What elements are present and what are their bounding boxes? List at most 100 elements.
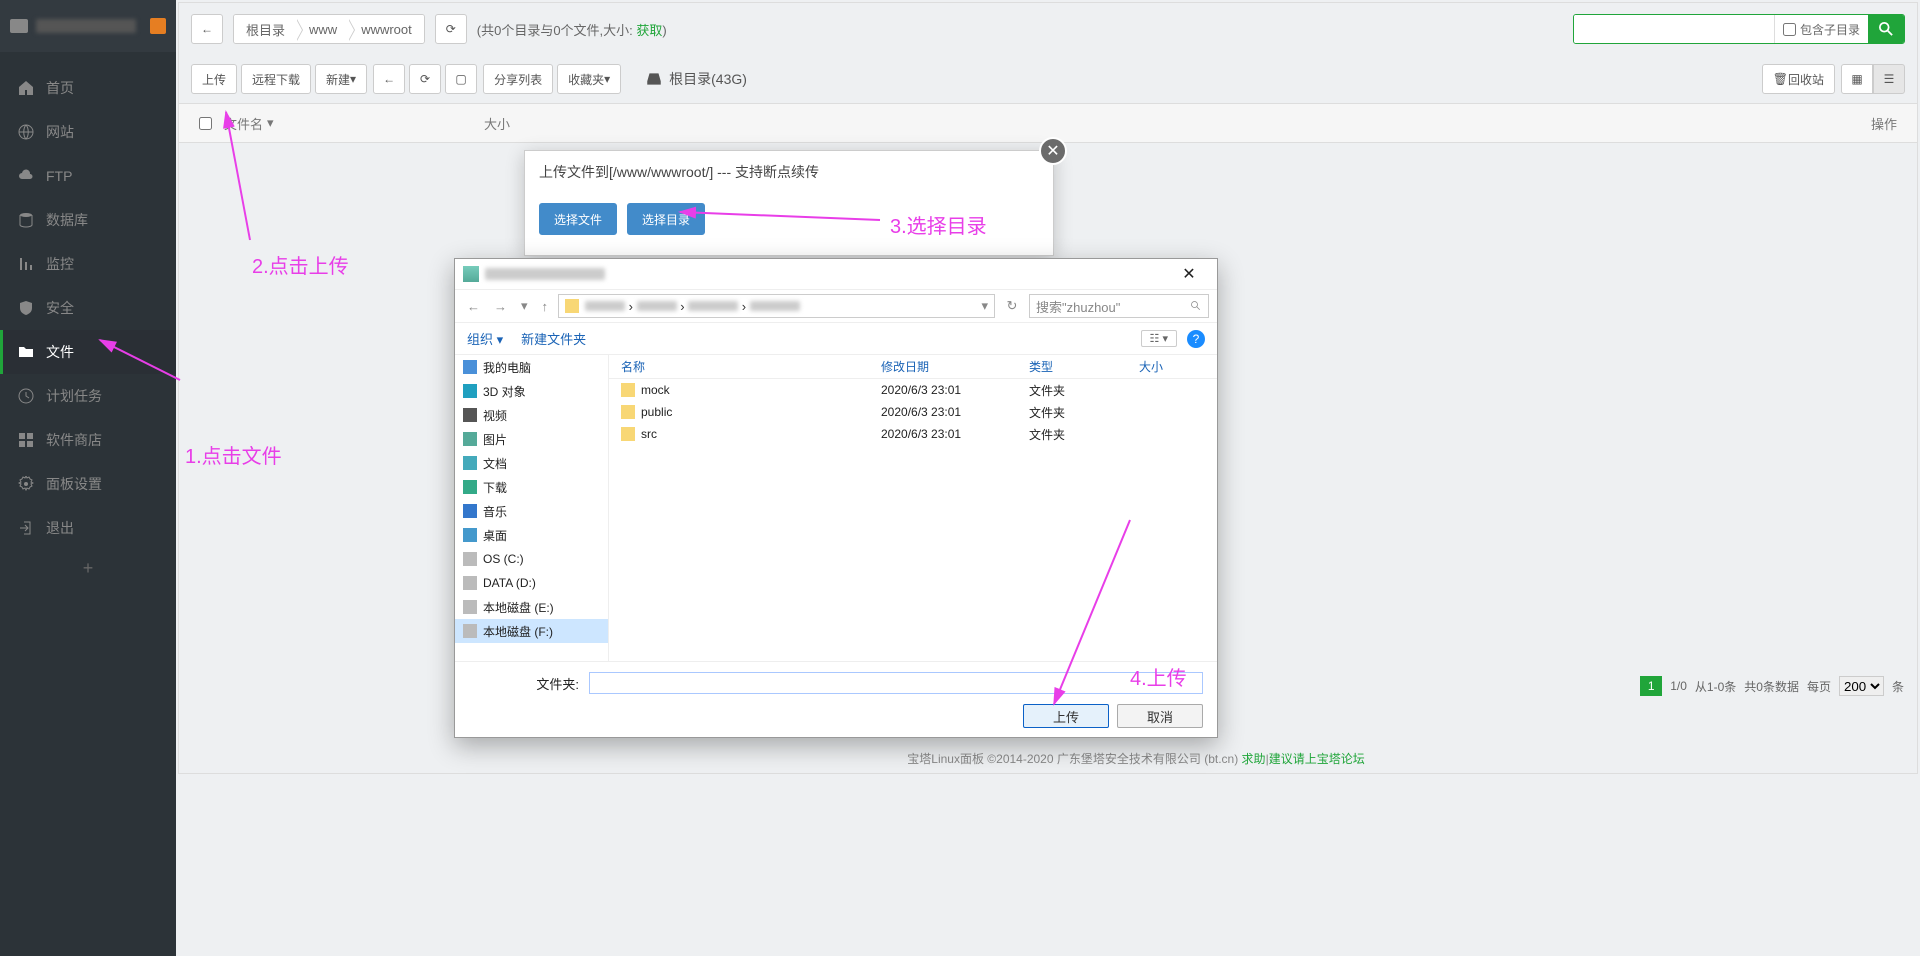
stat-suffix: ) (662, 23, 666, 38)
tree-music[interactable]: 音乐 (455, 499, 608, 523)
os-search-input[interactable]: 搜索"zhuzhou" (1029, 294, 1209, 318)
sidebar-item-monitor[interactable]: 监控 (0, 242, 176, 286)
stat-fetch-link[interactable]: 获取 (636, 23, 662, 38)
sidebar-item-database[interactable]: 数据库 (0, 198, 176, 242)
dialog-close-button[interactable]: ✕ (1039, 137, 1067, 165)
path-blurred (637, 301, 677, 311)
sidebar-item-files[interactable]: 文件 (0, 330, 176, 374)
col-size[interactable]: 大小 (484, 114, 544, 133)
os-row[interactable]: src2020/6/3 23:01文件夹 (609, 423, 1217, 445)
select-directory-button[interactable]: 选择目录 (627, 203, 705, 235)
breadcrumb-wwwroot[interactable]: wwwroot (349, 15, 424, 43)
page-total: 共0条数据 (1744, 678, 1799, 695)
list-view-button[interactable]: ☰ (1873, 64, 1905, 94)
tree-doc[interactable]: 文档 (455, 451, 608, 475)
monitor-icon (10, 19, 28, 33)
os-up-button[interactable]: ↑ (538, 299, 553, 314)
tree-3d[interactable]: 3D 对象 (455, 379, 608, 403)
col-operation: 操作 (1871, 114, 1897, 133)
sidebar-add-button[interactable]: + (0, 550, 176, 587)
tree-diskf[interactable]: 本地磁盘 (F:) (455, 619, 608, 643)
os-cancel-button[interactable]: 取消 (1117, 704, 1203, 728)
sidebar-item-website[interactable]: 网站 (0, 110, 176, 154)
recycle-bin-button[interactable]: 🗑 回收站 (1762, 64, 1835, 94)
tree-desktop[interactable]: 桌面 (455, 523, 608, 547)
panel-title-blurred (36, 19, 136, 33)
os-col-type[interactable]: 类型 (1029, 358, 1139, 375)
os-folder-picker: ✕ ← → ▾ ↑ › › › ▾ ↻ 搜索"zhuzhou" 组织 ▾ 新建文… (454, 258, 1218, 738)
sidebar-item-store[interactable]: 软件商店 (0, 418, 176, 462)
sidebar-item-cron[interactable]: 计划任务 (0, 374, 176, 418)
terminal-button[interactable]: ▢ (445, 64, 477, 94)
grid-view-button[interactable]: ▦ (1841, 64, 1873, 94)
sidebar-item-label: 退出 (46, 518, 74, 538)
upload-button[interactable]: 上传 (191, 64, 237, 94)
page-1[interactable]: 1 (1640, 676, 1662, 696)
tree-osc[interactable]: OS (C:) (455, 547, 608, 571)
os-address-bar[interactable]: › › › ▾ (558, 294, 995, 318)
breadcrumb-www[interactable]: www (297, 15, 349, 43)
share-list-button[interactable]: 分享列表 (483, 64, 553, 94)
col-filename[interactable]: 文件名 ▾ (224, 114, 484, 133)
include-subdir-checkbox[interactable]: 包含子目录 (1774, 15, 1868, 43)
toolbar-refresh-button[interactable]: ⟳ (409, 64, 441, 94)
sidebar-item-security[interactable]: 安全 (0, 286, 176, 330)
nav-back-button[interactable]: ← (373, 64, 405, 94)
sidebar-item-ftp[interactable]: FTP (0, 154, 176, 198)
breadcrumb-root[interactable]: 根目录 (234, 15, 297, 43)
sidebar-item-label: 面板设置 (46, 474, 102, 494)
os-footer: 文件夹: 上传 取消 (455, 661, 1217, 737)
os-close-button[interactable]: ✕ (1169, 264, 1209, 284)
os-col-date[interactable]: 修改日期 (881, 358, 1029, 375)
os-help-button[interactable]: ? (1187, 330, 1205, 348)
remote-download-button[interactable]: 远程下载 (241, 64, 311, 94)
os-title-blurred (485, 268, 605, 280)
select-file-button[interactable]: 选择文件 (539, 203, 617, 235)
help-link[interactable]: 求助 (1242, 752, 1266, 766)
stat-prefix: (共0个目录与0个文件,大小: (477, 23, 637, 38)
os-view-button[interactable]: ☷ ▾ (1141, 330, 1177, 347)
shield-icon (18, 300, 34, 316)
tree-mypc[interactable]: 我的电脑 (455, 355, 608, 379)
search-button[interactable] (1868, 15, 1904, 43)
back-button[interactable]: ← (191, 14, 223, 44)
select-all-checkbox[interactable] (199, 117, 212, 130)
tree-download[interactable]: 下载 (455, 475, 608, 499)
disk-icon (645, 70, 663, 88)
tree-picture[interactable]: 图片 (455, 427, 608, 451)
version-badge (150, 18, 166, 34)
os-history-dropdown[interactable]: ▾ (517, 298, 532, 314)
tree-video[interactable]: 视频 (455, 403, 608, 427)
os-back-button[interactable]: ← (463, 299, 484, 314)
favorites-button[interactable]: 收藏夹 ▾ (557, 64, 621, 94)
page-from: 从1-0条 (1695, 678, 1736, 695)
tree-datad[interactable]: DATA (D:) (455, 571, 608, 595)
per-page-select[interactable]: 200 (1839, 676, 1884, 696)
refresh-button[interactable]: ⟳ (435, 14, 467, 44)
copyright-text: 宝塔Linux面板 ©2014-2020 广东堡塔安全技术有限公司 (bt.cn… (907, 752, 1241, 766)
sidebar-item-label: FTP (46, 168, 72, 184)
sidebar-item-exit[interactable]: 退出 (0, 506, 176, 550)
folder-name-input[interactable] (589, 672, 1203, 694)
sidebar-item-home[interactable]: 首页 (0, 66, 176, 110)
os-upload-button[interactable]: 上传 (1023, 704, 1109, 728)
tree-diske[interactable]: 本地磁盘 (E:) (455, 595, 608, 619)
os-organize-button[interactable]: 组织 ▾ (467, 329, 503, 348)
exit-icon (18, 520, 34, 536)
os-new-folder-button[interactable]: 新建文件夹 (521, 329, 586, 348)
sidebar-item-label: 首页 (46, 78, 74, 98)
os-forward-button[interactable]: → (490, 299, 511, 314)
os-col-name[interactable]: 名称 (621, 358, 881, 375)
forum-link[interactable]: 建议请上宝塔论坛 (1269, 752, 1365, 766)
os-tree: 我的电脑 3D 对象 视频 图片 文档 下载 音乐 桌面 OS (C:) DAT… (455, 355, 609, 661)
os-col-size[interactable]: 大小 (1139, 358, 1199, 375)
new-label: 新建 (326, 71, 350, 88)
drive-icon (463, 576, 477, 590)
sidebar-item-settings[interactable]: 面板设置 (0, 462, 176, 506)
search-input[interactable] (1574, 15, 1774, 43)
os-row[interactable]: mock2020/6/3 23:01文件夹 (609, 379, 1217, 401)
os-row[interactable]: public2020/6/3 23:01文件夹 (609, 401, 1217, 423)
new-button[interactable]: 新建 ▾ (315, 64, 367, 94)
per-page-label: 每页 (1807, 678, 1831, 695)
os-refresh-button[interactable]: ↻ (1001, 298, 1023, 314)
